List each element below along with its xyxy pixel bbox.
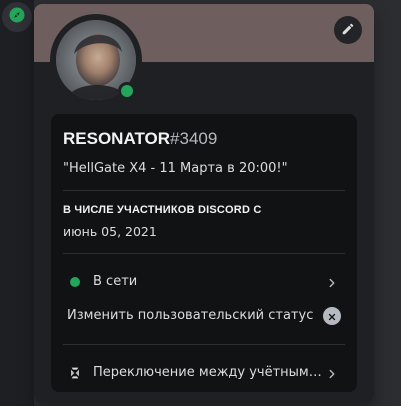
online-status-icon xyxy=(67,274,83,290)
pencil-icon xyxy=(341,21,355,40)
divider xyxy=(63,253,345,254)
switch-accounts-label: Переключение между учётными ... xyxy=(93,365,328,380)
clear-x-icon xyxy=(327,307,337,326)
left-rail xyxy=(0,0,34,406)
member-since-date: июнь 05, 2021 xyxy=(63,224,157,239)
user-profile-popout: RESONATOR#3409 "HellGate X4 - 11 Марта в… xyxy=(34,4,374,402)
divider xyxy=(63,344,345,345)
switch-accounts-icon xyxy=(67,365,83,381)
online-status-icon xyxy=(121,85,133,97)
avatar-status-indicator xyxy=(118,82,136,100)
username: RESONATOR#3409 xyxy=(63,128,345,150)
custom-status-text: "HellGate X4 - 11 Марта в 20:00!" xyxy=(63,161,288,176)
avatar-frame[interactable] xyxy=(50,14,142,106)
edit-profile-button[interactable] xyxy=(334,16,362,44)
username-discriminator: #3409 xyxy=(170,129,218,148)
chevron-right-icon xyxy=(325,275,339,289)
profile-info-card: RESONATOR#3409 "HellGate X4 - 11 Марта в… xyxy=(51,114,357,392)
edit-custom-status-item[interactable]: Изменить пользовательский статус xyxy=(63,300,345,332)
chevron-right-icon xyxy=(325,366,339,380)
switch-accounts-menu-item[interactable]: Переключение между учётными ... xyxy=(63,357,345,389)
edit-custom-status-label: Изменить пользовательский статус xyxy=(67,308,314,323)
member-since-title: В ЧИСЛЕ УЧАСТНИКОВ DISCORD С xyxy=(63,204,262,216)
compass-icon xyxy=(8,6,26,28)
status-label: В сети xyxy=(93,274,138,289)
username-name: RESONATOR xyxy=(63,129,171,148)
status-menu-item[interactable]: В сети xyxy=(63,266,345,298)
clear-custom-status-button[interactable] xyxy=(323,307,341,325)
divider xyxy=(63,190,345,191)
explore-button[interactable] xyxy=(2,2,32,32)
